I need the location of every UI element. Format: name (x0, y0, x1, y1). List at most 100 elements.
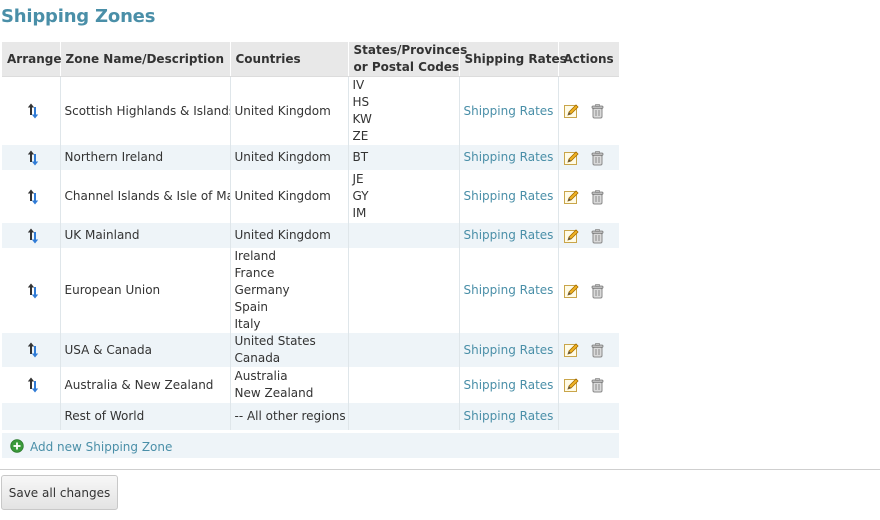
zone-name-cell: Channel Islands & Isle of Man (60, 170, 231, 223)
country-item: Germany (234, 283, 290, 297)
shipping-rates-link[interactable]: Shipping Rates (464, 409, 554, 423)
table-row: Rest of World -- All other regions -- Ship… (2, 403, 619, 430)
up-down-arrow-icon[interactable] (26, 102, 40, 120)
actions-cell (558, 367, 619, 403)
up-down-arrow-icon[interactable] (26, 282, 40, 300)
pencil-icon[interactable] (563, 189, 579, 205)
header-shipping-rates: Shipping Rates (459, 42, 567, 77)
add-zone-row: Add new Shipping Zone (2, 433, 619, 458)
codes-cell (348, 223, 460, 248)
shipping-rates-link[interactable]: Shipping Rates (464, 283, 554, 297)
table-row: UK Mainland United Kingdom Shipping Rates (2, 223, 619, 248)
shipping-rates-link[interactable]: Shipping Rates (464, 150, 554, 164)
codes-cell: BT (348, 145, 460, 170)
table-header-row: Arrange Zone Name/Description Countries … (2, 42, 619, 77)
zone-name-cell: Northern Ireland (60, 145, 231, 170)
up-down-arrow-icon[interactable] (26, 341, 40, 359)
trash-can-icon[interactable] (589, 377, 605, 393)
trash-can-icon[interactable] (589, 283, 605, 299)
countries-cell: Australia New Zealand (230, 367, 349, 403)
zone-name-cell: European Union (60, 248, 231, 333)
country-item: Canada (234, 351, 281, 365)
rates-cell: Shipping Rates (459, 223, 559, 248)
country-item: Australia (234, 369, 288, 383)
rates-cell: Shipping Rates (459, 170, 559, 223)
code-item: ZE (352, 129, 369, 143)
pencil-icon[interactable] (563, 150, 579, 166)
code-item: BT (352, 150, 369, 164)
trash-can-icon[interactable] (589, 228, 605, 244)
page-title: Shipping Zones (1, 6, 156, 27)
trash-can-icon[interactable] (589, 150, 605, 166)
header-states-line2: or Postal Codes (353, 60, 460, 74)
zone-name-cell: UK Mainland (60, 223, 231, 248)
table-row: Scottish Highlands & Islands United Kingd… (2, 76, 619, 146)
up-down-arrow-icon[interactable] (26, 188, 40, 206)
save-all-changes-button[interactable]: Save all changes (1, 475, 118, 510)
country-item: France (234, 266, 275, 280)
arrange-cell (2, 248, 61, 333)
code-item: GY (352, 189, 369, 203)
rates-cell: Shipping Rates (459, 403, 559, 430)
plus-circle-icon[interactable] (10, 438, 24, 453)
pencil-icon[interactable] (563, 377, 579, 393)
trash-can-icon[interactable] (589, 189, 605, 205)
codes-cell (348, 333, 460, 367)
arrange-cell (2, 145, 61, 170)
actions-cell (558, 333, 619, 367)
shipping-rates-link[interactable]: Shipping Rates (464, 378, 554, 392)
codes-cell: IV HS KW ZE (348, 76, 460, 145)
country-item: New Zealand (234, 386, 314, 400)
pencil-icon[interactable] (563, 228, 579, 244)
up-down-arrow-icon[interactable] (26, 376, 40, 394)
codes-cell (348, 248, 460, 333)
actions-cell (558, 77, 619, 146)
actions-cell (558, 223, 619, 248)
divider (0, 469, 880, 470)
countries-cell: -- All other regions -- (230, 403, 349, 430)
zone-name-cell: USA & Canada (60, 333, 231, 367)
header-states-line1: States/Provinces (353, 43, 468, 57)
shipping-rates-link[interactable]: Shipping Rates (464, 104, 554, 118)
shipping-zones-table: Arrange Zone Name/Description Countries … (2, 42, 619, 430)
countries-cell: United Kingdom (230, 170, 349, 223)
shipping-rates-link[interactable]: Shipping Rates (464, 228, 554, 242)
add-shipping-zone-link[interactable]: Add new Shipping Zone (30, 440, 172, 454)
country-item: United States (234, 334, 316, 348)
arrange-cell (2, 170, 61, 223)
table-row: Northern Ireland United Kingdom BT Shipping… (2, 145, 619, 170)
shipping-rates-link[interactable]: Shipping Rates (464, 343, 554, 357)
table-row: European Union Ireland France Germany Spain I… (2, 248, 619, 333)
pencil-icon[interactable] (563, 283, 579, 299)
rates-cell: Shipping Rates (459, 367, 559, 403)
up-down-arrow-icon[interactable] (26, 227, 40, 245)
arrange-cell (2, 333, 61, 367)
rates-cell: Shipping Rates (459, 76, 559, 145)
actions-cell (558, 248, 619, 333)
codes-cell (348, 403, 460, 430)
countries-cell: United Kingdom (230, 76, 349, 145)
country-item: Italy (234, 317, 261, 331)
codes-cell (348, 367, 460, 403)
zone-name-cell: Australia & New Zealand (60, 367, 231, 403)
code-item: KW (352, 112, 372, 126)
actions-cell (558, 403, 619, 430)
pencil-icon[interactable] (563, 103, 579, 119)
header-actions: Actions (558, 42, 619, 77)
country-item: United Kingdom (234, 150, 331, 164)
trash-can-icon[interactable] (589, 342, 605, 358)
country-item: United Kingdom (234, 189, 331, 203)
trash-can-icon[interactable] (589, 103, 605, 119)
up-down-arrow-icon[interactable] (26, 149, 40, 167)
countries-cell: United Kingdom (230, 145, 349, 170)
actions-cell (558, 170, 619, 223)
code-item: JE (352, 172, 364, 186)
pencil-icon[interactable] (563, 342, 579, 358)
arrange-cell (2, 223, 61, 248)
shipping-rates-link[interactable]: Shipping Rates (464, 189, 554, 203)
rates-cell: Shipping Rates (459, 145, 559, 170)
table-row: Channel Islands & Isle of Man United King… (2, 170, 619, 223)
header-zone-name: Zone Name/Description (60, 42, 231, 77)
table-row: Australia & New Zealand Australia New Zeal… (2, 367, 619, 403)
countries-cell: Ireland France Germany Spain Italy (230, 248, 349, 333)
